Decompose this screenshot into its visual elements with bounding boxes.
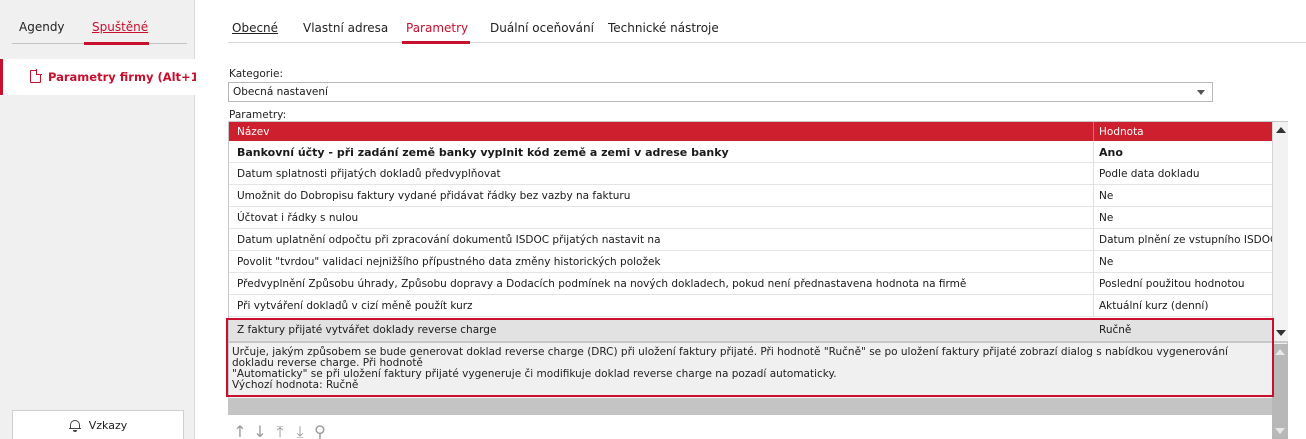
- row-value: Ne: [1099, 256, 1114, 268]
- row-value: Ano: [1099, 146, 1123, 159]
- row-name: Datum uplatnění odpočtu při zpracování d…: [237, 234, 661, 246]
- parameter-description: Určuje, jakým způsobem se bude generovat…: [228, 342, 1288, 399]
- main-tabs: Obecné Vlastní adresa Parametry Duální o…: [228, 0, 1306, 46]
- row-name: Povolit "tvrdou" validaci nejnižšího pří…: [237, 256, 661, 268]
- row-value: Aktuální kurz (denní): [1099, 300, 1209, 312]
- grid-header: Název Hodnota: [229, 122, 1272, 141]
- tab-spustene[interactable]: Spuštěné: [92, 20, 148, 34]
- left-panel: Agendy Spuštěné Parametry firmy (Alt+1) …: [0, 0, 204, 439]
- chevron-down-icon: [1197, 90, 1205, 95]
- grid-scrollbar[interactable]: [1272, 122, 1288, 341]
- scroll-up-icon[interactable]: [1276, 127, 1286, 133]
- kategorie-label: Kategorie:: [229, 68, 284, 80]
- active-tab-indicator: [402, 41, 470, 44]
- scroll-up-icon[interactable]: [1275, 349, 1285, 355]
- row-value: Datum plnění ze vstupního ISDOC: [1099, 234, 1278, 246]
- tab-vlastni-adresa[interactable]: Vlastní adresa: [303, 21, 388, 35]
- row-name: Z faktury přijaté vytvářet doklady rever…: [237, 324, 497, 336]
- column-header-hodnota[interactable]: Hodnota: [1099, 126, 1144, 138]
- description-default: Výchozí hodnota: Ručně: [232, 379, 359, 391]
- row-name: Umožnit do Dobropisu faktury vydané přid…: [237, 190, 631, 202]
- vzkazy-button[interactable]: Vzkazy: [12, 410, 184, 439]
- tab-dualni-ocenovani[interactable]: Duální oceňování: [490, 21, 594, 35]
- active-tab-indicator: [84, 42, 149, 45]
- tab-parametry[interactable]: Parametry: [406, 21, 468, 35]
- row-value: Ručně: [1099, 324, 1132, 336]
- scroll-down-icon[interactable]: [1276, 330, 1286, 336]
- row-value: Podle data dokladu: [1099, 168, 1200, 180]
- move-top-icon[interactable]: ⤒: [272, 424, 288, 439]
- move-bottom-icon[interactable]: ⤓: [292, 424, 308, 439]
- description-line: "Automaticky" se při uložení faktury při…: [232, 368, 837, 380]
- row-name: Při vytváření dokladů v cizí měně použít…: [237, 300, 473, 312]
- row-value: Ne: [1099, 212, 1114, 224]
- row-value: Poslední použitou hodnotou: [1099, 278, 1245, 290]
- table-row[interactable]: Datum splatnosti přijatých dokladů předv…: [229, 163, 1272, 185]
- tab-agendy[interactable]: Agendy: [19, 20, 65, 34]
- table-row[interactable]: Datum uplatnění odpočtu při zpracování d…: [229, 229, 1277, 251]
- running-item-parametry-firmy[interactable]: Parametry firmy (Alt+1): [0, 59, 204, 95]
- search-icon[interactable]: ⚲: [312, 424, 328, 439]
- vzkazy-label: Vzkazy: [88, 418, 128, 432]
- grid-toolbar: ↑ ↓ ⤒ ⤓ ⚲: [232, 424, 328, 439]
- parametry-label: Parametry:: [229, 109, 287, 121]
- parameters-grid: Název Hodnota Bankovní účty - při zadání…: [228, 121, 1288, 342]
- row-name: Bankovní účty - při zadání země banky vy…: [237, 146, 729, 159]
- kategorie-value: Obecná nastavení: [233, 86, 328, 98]
- table-row[interactable]: Umožnit do Dobropisu faktury vydané přid…: [229, 185, 1272, 207]
- scroll-down-icon[interactable]: [1275, 428, 1285, 434]
- running-item-label: Parametry firmy (Alt+1): [48, 70, 204, 84]
- tab-obecne[interactable]: Obecné: [232, 21, 278, 35]
- move-down-icon[interactable]: ↓: [252, 424, 268, 439]
- table-row[interactable]: Povolit "tvrdou" validaci nejnižšího pří…: [229, 251, 1272, 273]
- main-panel: Obecné Vlastní adresa Parametry Duální o…: [196, 0, 1306, 439]
- left-tabs: Agendy Spuštěné: [12, 0, 187, 46]
- table-row-selected[interactable]: Z faktury přijaté vytvářet doklady rever…: [229, 319, 1272, 341]
- kategorie-select[interactable]: Obecná nastavení: [228, 82, 1213, 102]
- table-row[interactable]: Předvyplnění Způsobu úhrady, Způsobu dop…: [229, 273, 1272, 295]
- description-filler: [228, 399, 1272, 415]
- bell-icon: [68, 419, 81, 432]
- tab-divider: [228, 42, 1306, 43]
- row-name: Účtovat i řádky s nulou: [237, 212, 359, 224]
- table-row[interactable]: Účtovat i řádky s nulou Ne: [229, 207, 1272, 229]
- row-value: Ne: [1099, 190, 1114, 202]
- table-row[interactable]: Bankovní účty - při zadání země banky vy…: [229, 141, 1272, 163]
- tab-technicke-nastroje[interactable]: Technické nástroje: [608, 21, 719, 35]
- description-scrollbar[interactable]: [1272, 344, 1288, 439]
- description-line: Určuje, jakým způsobem se bude generovat…: [232, 346, 1228, 369]
- move-up-icon[interactable]: ↑: [232, 424, 248, 439]
- row-name: Předvyplnění Způsobu úhrady, Způsobu dop…: [237, 278, 967, 290]
- column-header-nazev[interactable]: Název: [237, 126, 269, 138]
- table-row[interactable]: Při vytváření dokladů v cizí měně použít…: [229, 295, 1272, 317]
- row-name: Datum splatnosti přijatých dokladů předv…: [237, 168, 501, 180]
- document-icon: [30, 69, 42, 83]
